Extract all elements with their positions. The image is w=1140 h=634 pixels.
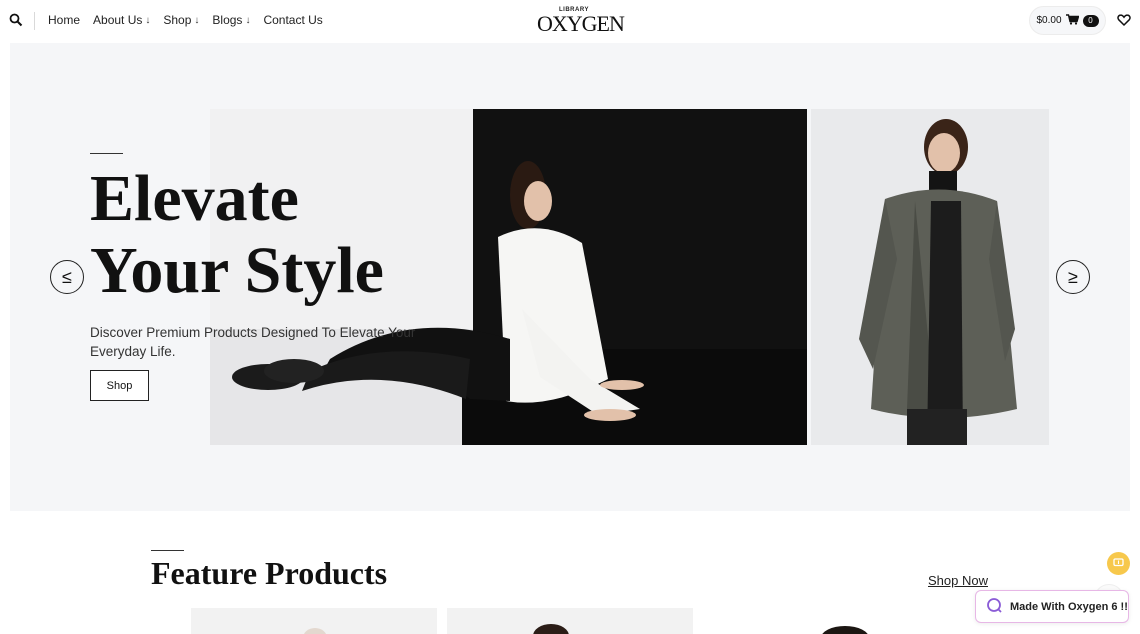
nav-label: Contact Us (263, 13, 323, 27)
cart-count-badge: 0 (1082, 14, 1099, 27)
hero-title-line1: Elevate (90, 162, 299, 235)
search-icon[interactable] (9, 13, 23, 27)
chevron-left-icon: ≤ (62, 266, 72, 287)
feature-products-title: Feature Products (151, 555, 388, 591)
site-logo[interactable]: LIBRARY OXYGEN (535, 6, 625, 36)
nav-about-us[interactable]: About Us ↓ (93, 13, 150, 27)
nav-contact-us[interactable]: Contact Us (263, 13, 322, 27)
badge-label: Made With Oxygen 6 !! (1010, 600, 1128, 613)
arrow-down-icon: ↓ (245, 14, 251, 26)
nav-blogs[interactable]: Blogs ↓ (212, 13, 250, 27)
hero-title: Elevate Your Style (90, 163, 450, 307)
cart-total: $0.00 (1036, 15, 1062, 26)
chat-icon (1113, 555, 1124, 573)
made-with-badge[interactable]: Made With Oxygen 6 !! (975, 590, 1129, 623)
nav-label: Home (48, 13, 81, 27)
hero-slider: Elevate Your Style Discover Premium Prod… (10, 43, 1130, 511)
slider-prev-button[interactable]: ≤ (50, 260, 84, 294)
chevron-right-icon: ≥ (1068, 266, 1078, 287)
logo-main-text: OXYGEN (537, 11, 625, 36)
nav-label: Shop (163, 13, 192, 27)
arrow-down-icon: ↓ (145, 14, 151, 26)
product-card[interactable] (447, 608, 693, 634)
product-card[interactable] (703, 608, 949, 634)
hero-accent-line (90, 153, 123, 154)
cart-icon (1065, 13, 1079, 28)
hero-title-line2: Your Style (90, 234, 384, 307)
divider (34, 12, 35, 30)
nav-shop[interactable]: Shop ↓ (163, 13, 199, 27)
nav-label: Blogs (212, 13, 243, 27)
section-accent-line (151, 550, 184, 551)
nav-home[interactable]: Home (48, 13, 80, 27)
hero-shop-button[interactable]: Shop (90, 370, 149, 401)
arrow-down-icon: ↓ (194, 14, 200, 26)
site-header: Home About Us ↓ Shop ↓ Blogs ↓ Contact Us L… (0, 0, 1140, 42)
heart-icon[interactable] (1117, 13, 1131, 27)
cart-button[interactable]: $0.00 0 (1029, 6, 1106, 35)
hero-image-coat-model (811, 109, 1049, 445)
oxygen-logo-icon (986, 597, 1002, 616)
hero-subtitle: Discover Premium Products Designed To El… (90, 325, 416, 359)
product-card[interactable] (191, 608, 437, 634)
nav-label: About Us (93, 13, 143, 27)
slider-next-button[interactable]: ≥ (1056, 260, 1090, 294)
shop-now-link[interactable]: Shop Now (928, 573, 988, 588)
chat-widget-button[interactable] (1107, 552, 1130, 575)
main-nav: Home About Us ↓ Shop ↓ Blogs ↓ Contact Us (48, 13, 323, 27)
